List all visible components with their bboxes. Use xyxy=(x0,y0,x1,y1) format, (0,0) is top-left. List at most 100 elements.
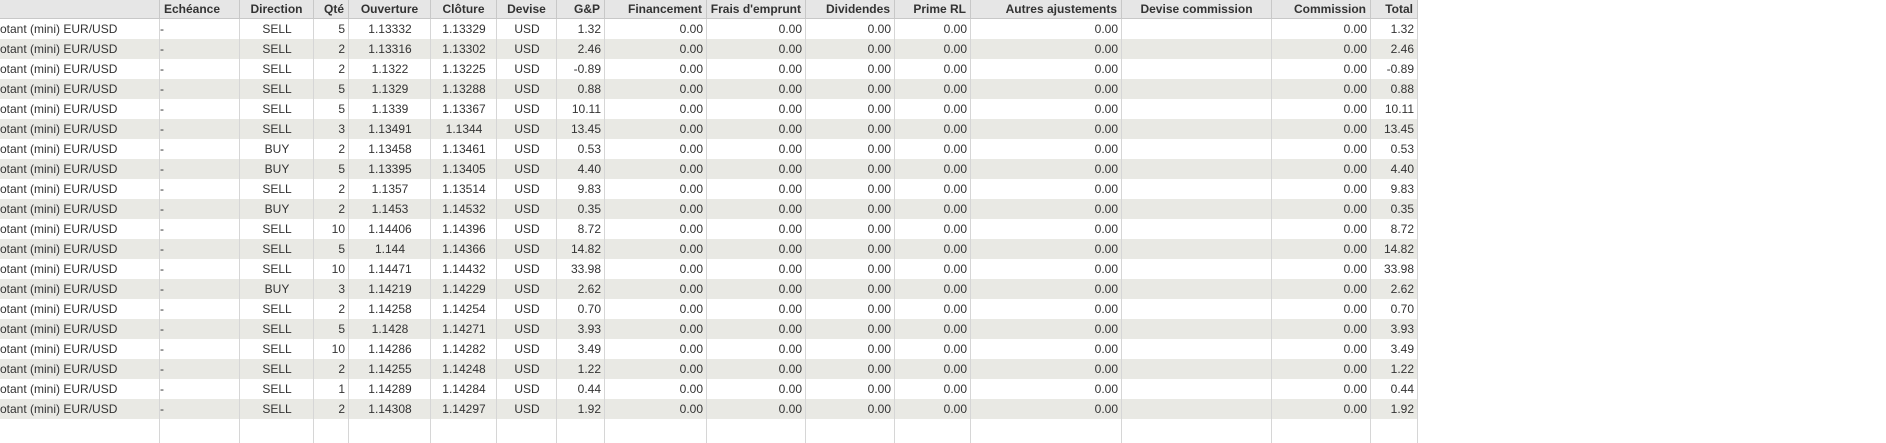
cell-commission: 0.00 xyxy=(1343,342,1367,356)
column-header-direction[interactable]: Direction xyxy=(240,0,314,19)
cell-qty: 2 xyxy=(338,62,345,76)
cell-instrument: otant (mini) EUR/USD xyxy=(0,102,118,116)
cell-direction: SELL xyxy=(262,362,292,376)
column-header-frais-emprunt[interactable]: Frais d'emprunt xyxy=(707,0,806,19)
table-row[interactable]: otant (mini) EUR/USD - BUY 2 1.13458 1.13461 U… xyxy=(0,139,1418,159)
table-row[interactable]: otant (mini) EUR/USD - SELL 1 1.14289 1.14284… xyxy=(0,379,1418,399)
cell-echeance: - xyxy=(160,142,164,156)
table-row[interactable]: otant (mini) EUR/USD - SELL 2 1.14255 1.14248… xyxy=(0,359,1418,379)
cell-commission: 0.00 xyxy=(1343,102,1367,116)
cell-financement: 0.00 xyxy=(679,202,703,216)
cell-echeance: - xyxy=(160,82,164,96)
cell-instrument: otant (mini) EUR/USD xyxy=(0,42,118,56)
cell-frais-emprunt: 0.00 xyxy=(778,242,802,256)
table-row[interactable]: otant (mini) EUR/USD - SELL 10 1.14471 1.1443… xyxy=(0,259,1418,279)
table-row[interactable]: otant (mini) EUR/USD - SELL 2 1.1322 1.13225 U… xyxy=(0,59,1418,79)
cell-gp: 0.44 xyxy=(577,382,601,396)
table-row[interactable]: otant (mini) EUR/USD - SELL 5 1.13332 1.13329… xyxy=(0,19,1418,39)
cell-cloture: 1.13288 xyxy=(442,82,486,96)
cell-frais-emprunt: 0.00 xyxy=(778,82,802,96)
cell-cloture: 1.13302 xyxy=(442,42,486,56)
cell-gp: 0.53 xyxy=(577,142,601,156)
column-header-instrument[interactable] xyxy=(0,0,160,19)
cell-autres-ajustements: 0.00 xyxy=(1094,162,1118,176)
cell-echeance: - xyxy=(160,22,164,36)
cell-instrument: otant (mini) EUR/USD xyxy=(0,222,118,236)
table-row[interactable]: otant (mini) EUR/USD - SELL 3 1.13491 1.1344 U… xyxy=(0,119,1418,139)
table-row[interactable]: otant (mini) EUR/USD - SELL 5 1.1428 1.14271 U… xyxy=(0,319,1418,339)
cell-autres-ajustements: 0.00 xyxy=(1094,62,1118,76)
cell-cloture: 1.13514 xyxy=(442,182,486,196)
cell-devise: USD xyxy=(514,122,540,136)
cell-commission: 0.00 xyxy=(1343,322,1367,336)
table-row[interactable]: otant (mini) EUR/USD - BUY 3 1.14219 1.14229 U… xyxy=(0,279,1418,299)
cell-cloture: 1.14248 xyxy=(442,362,486,376)
cell-qty: 2 xyxy=(338,182,345,196)
cell-echeance: - xyxy=(160,162,164,176)
cell-financement: 0.00 xyxy=(679,122,703,136)
cell-dividendes: 0.00 xyxy=(867,262,891,276)
cell-commission: 0.00 xyxy=(1343,42,1367,56)
cell-echeance: - xyxy=(160,102,164,116)
cell-frais-emprunt: 0.00 xyxy=(778,322,802,336)
cell-direction: SELL xyxy=(262,382,292,396)
cell-frais-emprunt: 0.00 xyxy=(778,182,802,196)
cell-instrument: otant (mini) EUR/USD xyxy=(0,342,118,356)
column-header-cloture[interactable]: Clôture xyxy=(431,0,497,19)
cell-qty: 2 xyxy=(338,42,345,56)
column-header-commission[interactable]: Commission xyxy=(1272,0,1371,19)
cell-qty: 5 xyxy=(338,162,345,176)
table-row[interactable]: otant (mini) EUR/USD - SELL 10 1.14406 1.1439… xyxy=(0,219,1418,239)
table-row[interactable]: otant (mini) EUR/USD - SELL 2 1.14308 1.14297… xyxy=(0,399,1418,419)
table-row[interactable]: otant (mini) EUR/USD - SELL 5 1.144 1.14366 US… xyxy=(0,239,1418,259)
cell-direction: SELL xyxy=(262,122,292,136)
cell-prime-rl: 0.00 xyxy=(943,302,967,316)
column-header-gp[interactable]: G&P xyxy=(557,0,605,19)
table-row[interactable]: otant (mini) EUR/USD - SELL 2 1.1357 1.13514 U… xyxy=(0,179,1418,199)
column-header-autres-ajustements[interactable]: Autres ajustements xyxy=(971,0,1122,19)
table-row[interactable]: otant (mini) EUR/USD - BUY 2 1.1453 1.14532 US… xyxy=(0,199,1418,219)
column-header-devise-commission[interactable]: Devise commission xyxy=(1122,0,1272,19)
column-header-financement[interactable]: Financement xyxy=(605,0,707,19)
cell-commission: 0.00 xyxy=(1343,162,1367,176)
cell-devise: USD xyxy=(514,382,540,396)
cell-frais-emprunt: 0.00 xyxy=(778,222,802,236)
cell-commission: 0.00 xyxy=(1343,382,1367,396)
cell-ouverture: 1.14258 xyxy=(368,302,412,316)
cell-frais-emprunt: 0.00 xyxy=(778,142,802,156)
table-row[interactable]: otant (mini) EUR/USD - SELL 5 1.1339 1.13367 U… xyxy=(0,99,1418,119)
column-header-devise[interactable]: Devise xyxy=(497,0,557,19)
column-header-prime-rl[interactable]: Prime RL xyxy=(895,0,971,19)
cell-devise: USD xyxy=(514,42,540,56)
cell-ouverture: 1.13332 xyxy=(368,22,412,36)
cell-echeance: - xyxy=(160,62,164,76)
cell-dividendes: 0.00 xyxy=(867,182,891,196)
column-separator xyxy=(159,19,160,443)
table-row[interactable]: otant (mini) EUR/USD - SELL 5 1.1329 1.13288 U… xyxy=(0,79,1418,99)
cell-direction: SELL xyxy=(262,42,292,56)
column-header-total[interactable]: Total xyxy=(1371,0,1418,19)
column-separator xyxy=(1121,19,1122,443)
cell-financement: 0.00 xyxy=(679,162,703,176)
cell-echeance: - xyxy=(160,402,164,416)
cell-frais-emprunt: 0.00 xyxy=(778,262,802,276)
table-row[interactable]: otant (mini) EUR/USD - SELL 10 1.14286 1.1428… xyxy=(0,339,1418,359)
column-separator xyxy=(970,19,971,443)
column-header-dividendes[interactable]: Dividendes xyxy=(806,0,895,19)
cell-autres-ajustements: 0.00 xyxy=(1094,82,1118,96)
cell-devise-commission xyxy=(1122,79,1272,99)
table-row[interactable]: otant (mini) EUR/USD - SELL 2 1.13316 1.13302… xyxy=(0,39,1418,59)
cell-prime-rl: 0.00 xyxy=(943,242,967,256)
cell-autres-ajustements: 0.00 xyxy=(1094,122,1118,136)
cell-dividendes: 0.00 xyxy=(867,42,891,56)
column-header-echeance[interactable]: Echéance xyxy=(160,0,240,19)
cell-ouverture: 1.1357 xyxy=(371,182,409,196)
column-header-ouverture[interactable]: Ouverture xyxy=(349,0,431,19)
column-header-qty[interactable]: Qté xyxy=(314,0,349,19)
cell-cloture: 1.14396 xyxy=(442,222,486,236)
cell-autres-ajustements: 0.00 xyxy=(1094,382,1118,396)
cell-cloture: 1.13461 xyxy=(442,142,486,156)
cell-devise-commission xyxy=(1122,319,1272,339)
table-row[interactable]: otant (mini) EUR/USD - SELL 2 1.14258 1.14254… xyxy=(0,299,1418,319)
table-row[interactable]: otant (mini) EUR/USD - BUY 5 1.13395 1.13405 U… xyxy=(0,159,1418,179)
